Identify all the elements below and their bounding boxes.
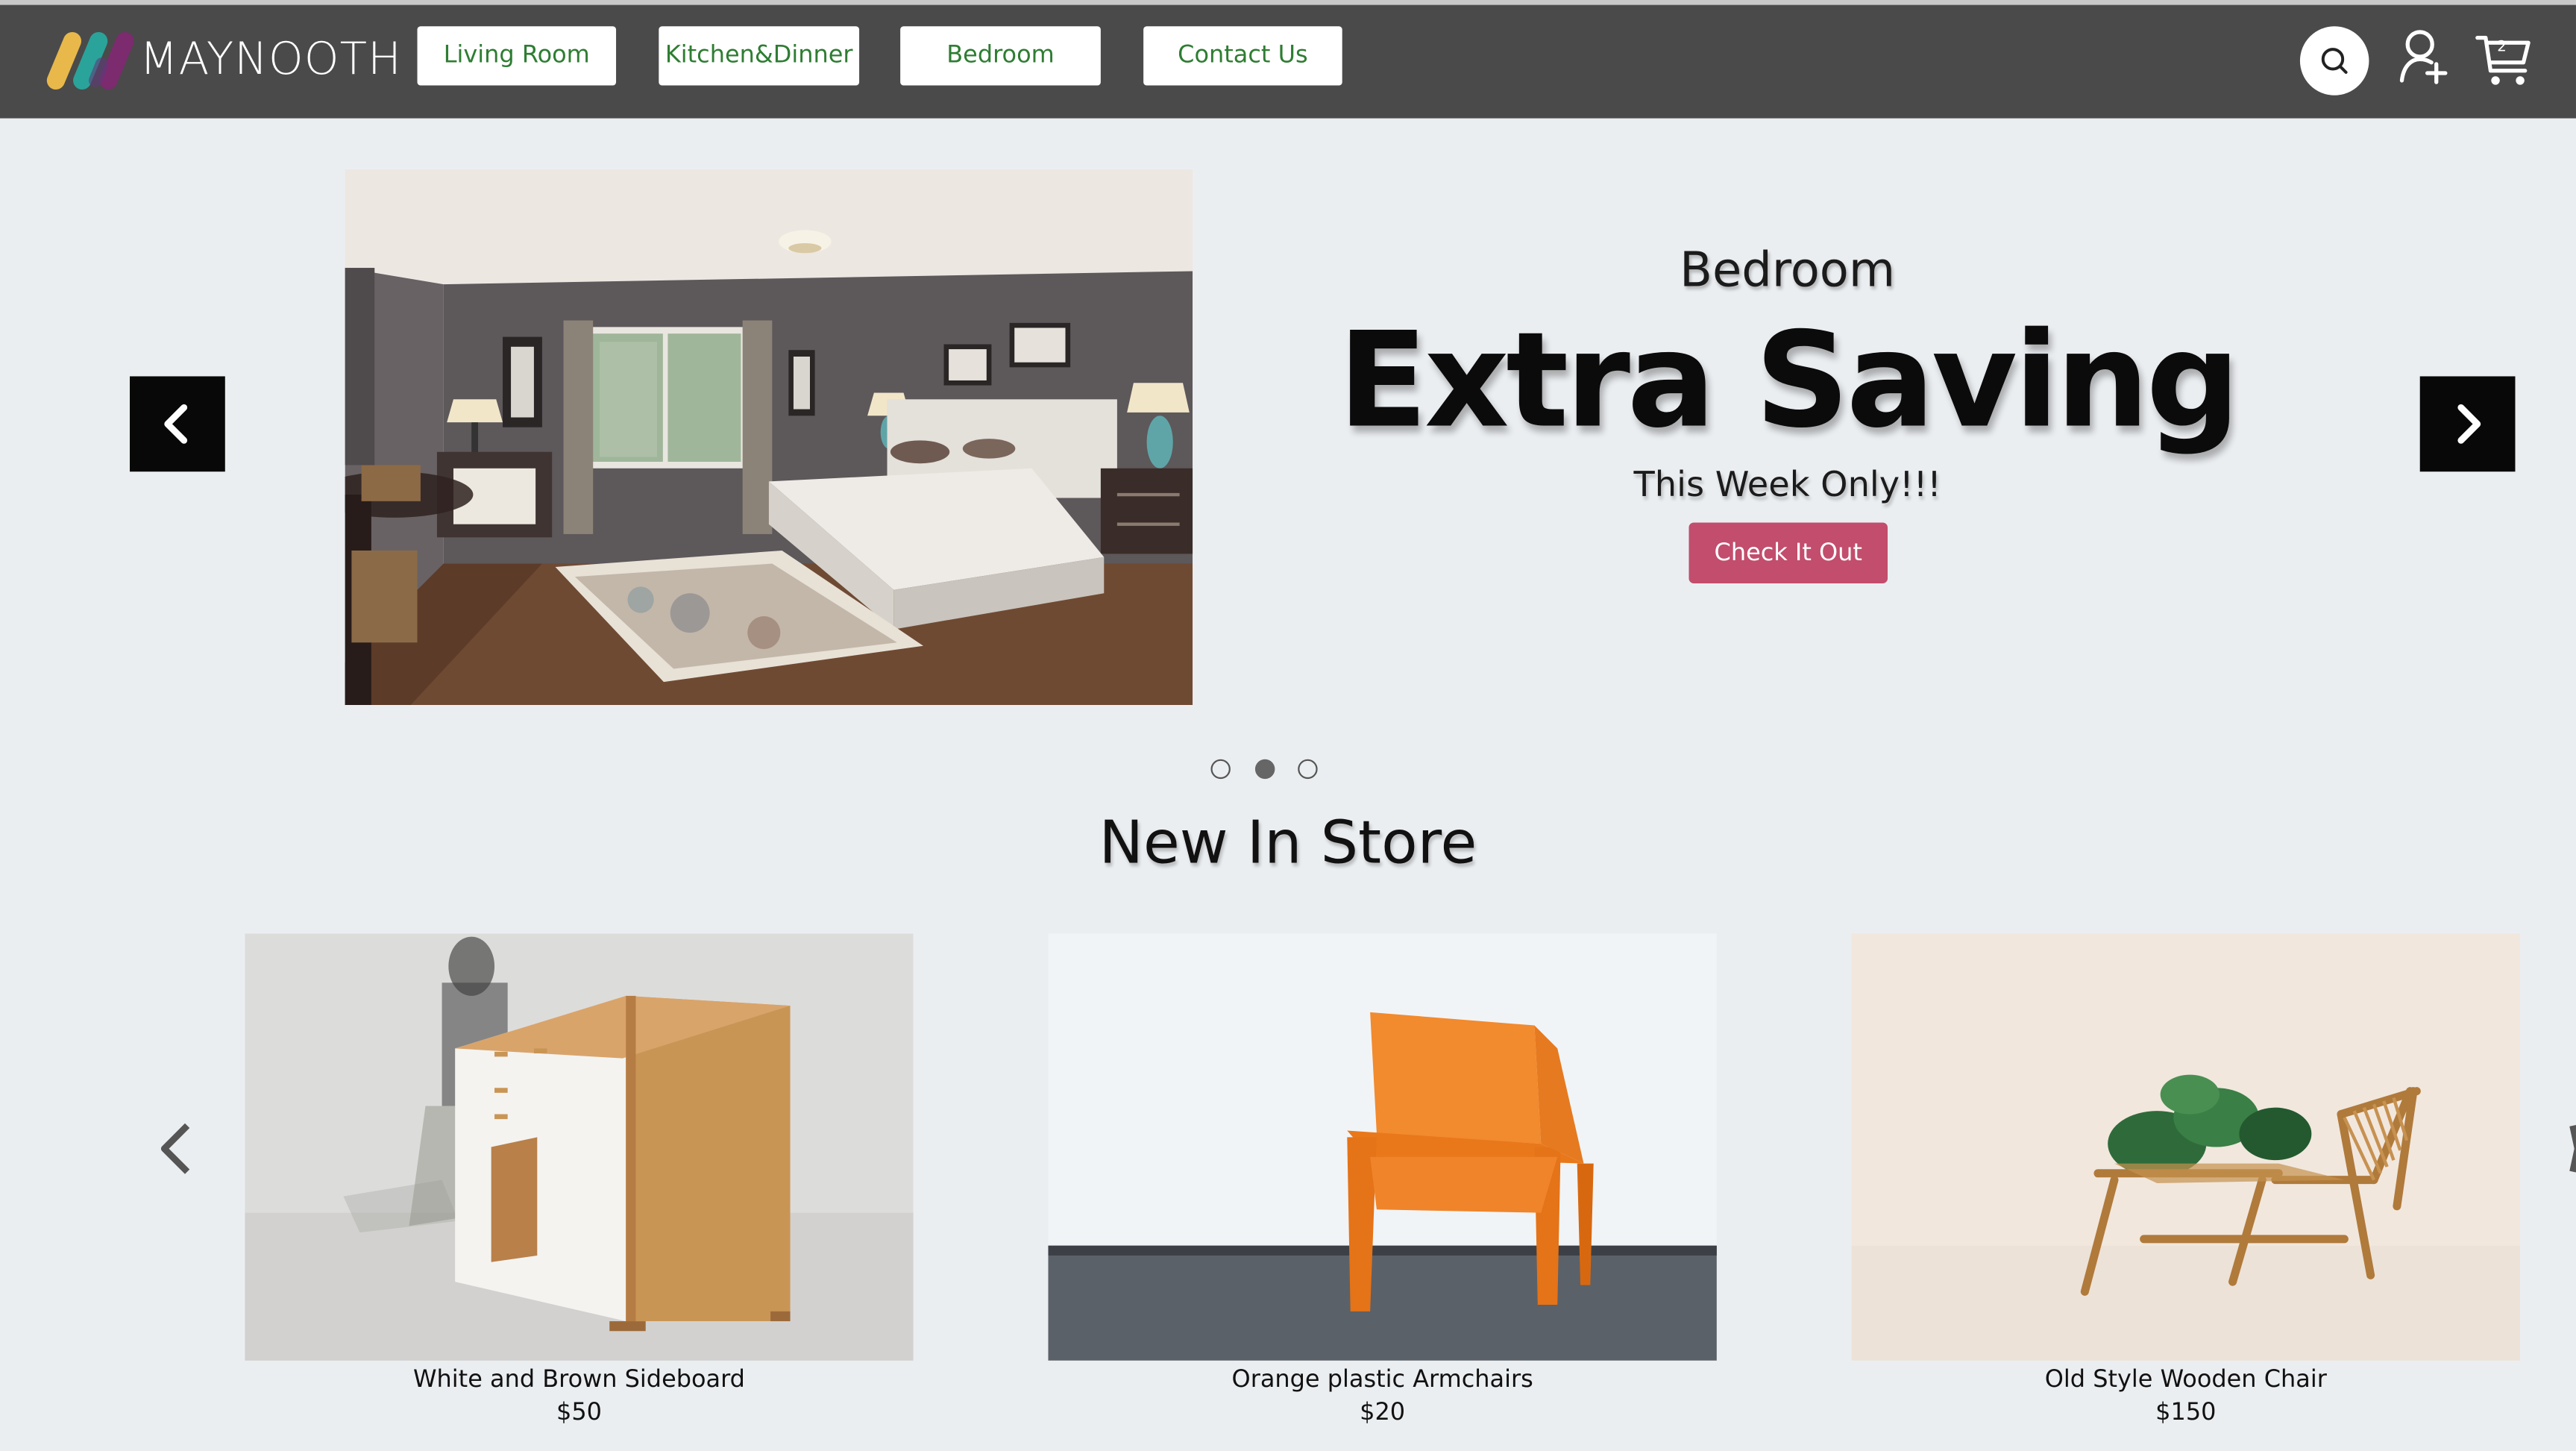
logo-mark — [43, 28, 145, 93]
product-card[interactable]: Orange plastic Armchairs $20 — [1048, 933, 1717, 1426]
nav-kitchen-dinner[interactable]: Kitchen&Dinner — [659, 26, 860, 86]
add-user-icon — [2399, 30, 2448, 84]
products-prev-chevron-icon[interactable] — [154, 1121, 197, 1176]
product-card[interactable]: Old Style Wooden Chair $150 — [1851, 933, 2521, 1427]
hero-headline: Extra Saving — [1337, 304, 2240, 457]
cart-count-badge: 2 — [2497, 39, 2507, 56]
cart-icon — [2475, 36, 2531, 85]
product-name[interactable]: White and Brown Sideboard — [245, 1367, 914, 1394]
page: MAYNOOTH Living Room Kitchen&Dinner Bedr… — [0, 0, 2576, 1451]
site-header: MAYNOOTH Living Room Kitchen&Dinner Bedr… — [0, 4, 2576, 119]
chevron-left-icon — [164, 404, 188, 444]
chevron-right-icon — [2457, 404, 2481, 444]
products-next-chevron-icon[interactable] — [2563, 1121, 2576, 1176]
search-button[interactable] — [2299, 26, 2369, 95]
nav-bedroom[interactable]: Bedroom — [900, 26, 1101, 86]
product-image-wooden-chair[interactable] — [1851, 933, 2521, 1361]
product-price: $50 — [556, 1400, 602, 1427]
product-name[interactable]: Old Style Wooden Chair — [1852, 1367, 2521, 1394]
search-icon — [2321, 48, 2348, 74]
hero-prev-button[interactable] — [130, 376, 225, 472]
product-image-armchair[interactable] — [1048, 933, 1717, 1361]
product-price: $20 — [1360, 1400, 1406, 1427]
hero-category: Bedroom — [1680, 241, 1896, 298]
hero-bedroom-image — [345, 169, 1193, 706]
check-it-out-button[interactable]: Check It Out — [1688, 522, 1888, 583]
brand-name: MAYNOOTH — [139, 34, 402, 86]
product-name[interactable]: Orange plastic Armchairs — [1048, 1367, 1717, 1394]
section-title-new-in-store: New In Store — [1099, 809, 1477, 878]
hero-next-button[interactable] — [2419, 376, 2516, 472]
carousel-dot-1[interactable] — [1210, 759, 1231, 780]
product-price: $150 — [2155, 1400, 2217, 1427]
brand-logo[interactable]: MAYNOOTH — [43, 28, 402, 93]
nav-living-room[interactable]: Living Room — [417, 26, 617, 86]
product-card[interactable]: White and Brown Sideboard $50 — [245, 933, 914, 1426]
nav-contact-us[interactable]: Contact Us — [1143, 26, 1342, 86]
add-user-button[interactable] — [2396, 26, 2451, 89]
hero-tagline: This Week Only!!! — [1633, 465, 1941, 505]
carousel-dot-3[interactable] — [1298, 759, 1318, 780]
carousel-dot-2[interactable] — [1254, 759, 1275, 780]
product-image-sideboard[interactable] — [245, 933, 914, 1361]
cart-button[interactable]: 2 — [2472, 28, 2535, 90]
